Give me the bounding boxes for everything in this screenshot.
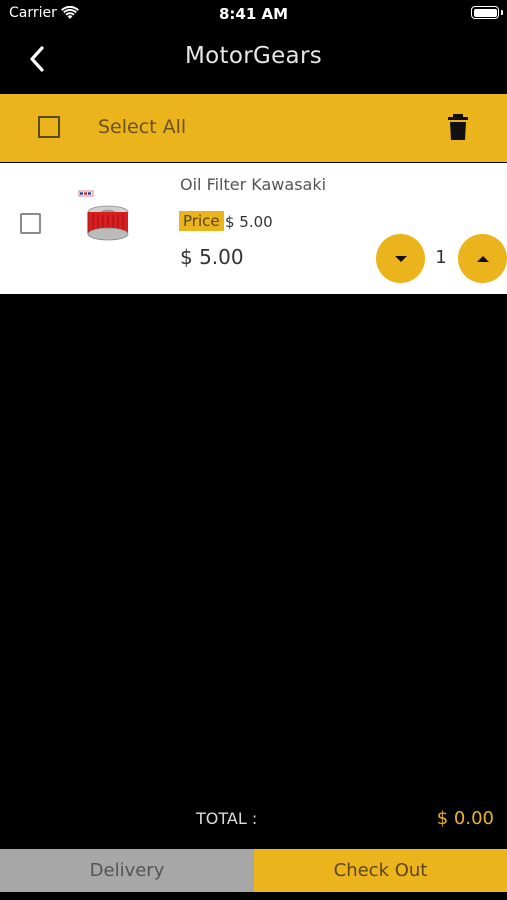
caret-down-icon [394,255,407,262]
item-checkbox[interactable] [20,213,41,234]
total-value: $ 0.00 [436,808,494,829]
decrease-quantity-button[interactable] [376,234,425,283]
select-all-bar: Select All [0,94,507,162]
oil-filter-image [76,189,138,251]
increase-quantity-button[interactable] [458,234,507,283]
delivery-button[interactable]: Delivery [0,849,254,892]
item-unit-price: $ 5.00 [225,213,273,231]
select-all-label[interactable]: Select All [98,116,186,138]
status-bar: Carrier 8:41 AM [0,0,507,28]
quantity-value: 1 [435,247,447,268]
item-line-total: $ 5.00 [180,245,244,269]
checkout-button[interactable]: Check Out [254,849,507,892]
price-badge: Price [179,211,224,231]
battery-icon [471,6,499,19]
trash-icon[interactable] [447,114,469,140]
select-all-checkbox[interactable] [38,116,60,138]
clock: 8:41 AM [218,5,289,23]
page-title: MotorGears [185,43,322,69]
total-label: TOTAL : [196,809,258,828]
caret-up-icon [476,255,489,262]
battery-tip [501,10,503,15]
nav-bar: MotorGears [0,30,507,92]
cart-item: Oil Filter Kawasaki Price $ 5.00 $ 5.00 … [0,163,507,294]
item-name[interactable]: Oil Filter Kawasaki [180,175,326,194]
